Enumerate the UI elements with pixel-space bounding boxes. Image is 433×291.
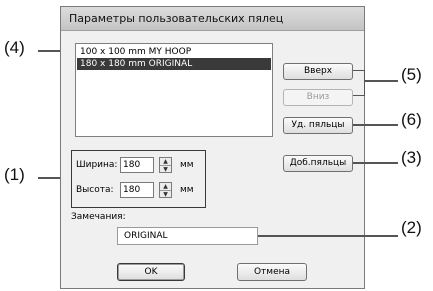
height-unit: мм bbox=[180, 185, 194, 195]
notes-input[interactable]: ORIGINAL bbox=[117, 227, 258, 245]
add-hoop-button[interactable]: Доб.пяльцы bbox=[283, 155, 353, 172]
callout-3: (3) bbox=[401, 148, 422, 167]
hoop-listbox[interactable]: 100 x 100 mm MY HOOP 180 x 180 mm ORIGIN… bbox=[75, 43, 273, 137]
spin-up-icon[interactable]: ▲ bbox=[160, 158, 171, 165]
width-input[interactable]: 180 bbox=[120, 157, 154, 173]
dialog-title: Параметры пользовательских пялец bbox=[61, 7, 364, 31]
custom-hoop-dialog: Параметры пользовательских пялец 100 x 1… bbox=[60, 6, 365, 289]
callout-1: (1) bbox=[4, 165, 25, 184]
notes-label: Замечания: bbox=[71, 212, 126, 222]
cancel-button[interactable]: Отмена bbox=[237, 263, 307, 281]
height-label: Высота: bbox=[76, 185, 114, 195]
spin-down-icon[interactable]: ▼ bbox=[160, 165, 171, 173]
size-group: Ширина: 180 ▲ ▼ мм Высота: 180 ▲ ▼ мм bbox=[71, 150, 206, 208]
leader-line-3 bbox=[353, 162, 398, 164]
width-label: Ширина: bbox=[76, 160, 118, 170]
hoop-list-item[interactable]: 100 x 100 mm MY HOOP bbox=[77, 46, 271, 58]
move-down-button[interactable]: Вниз bbox=[283, 89, 353, 106]
height-spinner[interactable]: ▲ ▼ bbox=[159, 182, 172, 198]
leader-line-5 bbox=[365, 80, 398, 82]
callout-bracket-5 bbox=[353, 70, 365, 96]
callout-2: (2) bbox=[401, 218, 422, 237]
callout-5: (5) bbox=[401, 65, 422, 84]
ok-button[interactable]: OK bbox=[117, 263, 185, 281]
spin-down-icon[interactable]: ▼ bbox=[160, 190, 171, 198]
spin-up-icon[interactable]: ▲ bbox=[160, 183, 171, 190]
delete-hoop-button[interactable]: Уд. пяльцы bbox=[283, 117, 353, 134]
width-unit: мм bbox=[180, 160, 194, 170]
width-spinner[interactable]: ▲ ▼ bbox=[159, 157, 172, 173]
callout-4: (4) bbox=[4, 38, 25, 57]
leader-line-2 bbox=[258, 235, 398, 237]
height-input[interactable]: 180 bbox=[120, 182, 154, 198]
leader-line-6 bbox=[353, 124, 398, 126]
hoop-list-item-selected[interactable]: 180 x 180 mm ORIGINAL bbox=[77, 58, 271, 70]
callout-6: (6) bbox=[401, 110, 422, 129]
move-up-button[interactable]: Вверх bbox=[283, 63, 353, 80]
